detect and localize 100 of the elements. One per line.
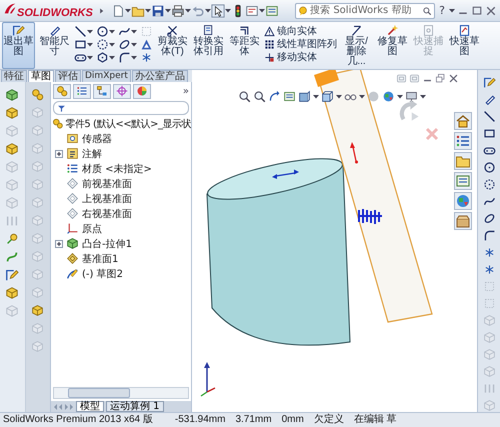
gears-icon[interactable] bbox=[31, 88, 44, 101]
search-icon[interactable] bbox=[422, 4, 432, 16]
table-icon[interactable] bbox=[454, 172, 472, 190]
spline-icon[interactable] bbox=[482, 195, 496, 208]
printer-icon[interactable] bbox=[170, 4, 185, 18]
expand-icon[interactable] bbox=[55, 150, 63, 158]
arc-icon[interactable] bbox=[482, 178, 496, 191]
expand-icon[interactable] bbox=[55, 240, 63, 248]
cube-icon[interactable] bbox=[5, 88, 20, 102]
ribbon-button[interactable]: 退出草图 bbox=[2, 22, 35, 69]
caret-icon[interactable] bbox=[109, 55, 115, 60]
caret-icon[interactable] bbox=[144, 8, 151, 13]
ellipse-icon[interactable] bbox=[118, 38, 131, 51]
asterisk-icon[interactable] bbox=[140, 51, 153, 64]
caret-icon[interactable] bbox=[131, 42, 137, 47]
triangle-icon[interactable] bbox=[140, 38, 153, 51]
close-icon[interactable] bbox=[485, 4, 497, 16]
ribbon-button[interactable]: 剪裁实体(T) bbox=[156, 22, 189, 69]
list-icon[interactable] bbox=[454, 132, 472, 150]
ribbon-button[interactable]: 显示/删除几... bbox=[340, 22, 373, 69]
caret-icon[interactable] bbox=[204, 8, 211, 13]
cube-icon[interactable] bbox=[5, 106, 20, 120]
bottom-tab[interactable]: 模型 bbox=[76, 401, 104, 412]
circle-icon[interactable] bbox=[96, 25, 109, 38]
tree-item[interactable]: 传感器 bbox=[82, 132, 112, 146]
caret-icon[interactable] bbox=[420, 94, 426, 99]
ribbon-menu-item[interactable]: 镜向实体 bbox=[277, 25, 317, 38]
asterisk-icon[interactable] bbox=[482, 246, 496, 259]
zoom-icon[interactable] bbox=[253, 90, 266, 103]
curved-arrow-icon[interactable] bbox=[268, 90, 281, 103]
tree-item[interactable]: 凸台-拉伸1 bbox=[82, 236, 132, 250]
caret-icon[interactable] bbox=[313, 94, 319, 99]
panel-tab[interactable] bbox=[113, 84, 131, 98]
more-button[interactable]: » bbox=[182, 86, 189, 96]
table-icon[interactable] bbox=[283, 90, 296, 103]
cube-icon[interactable] bbox=[5, 142, 20, 156]
ribbon-button[interactable]: 智能尺寸 bbox=[38, 22, 71, 69]
pin-icon[interactable] bbox=[5, 232, 20, 246]
panel-tab[interactable] bbox=[93, 84, 111, 98]
ellipse-icon[interactable] bbox=[482, 212, 496, 225]
options-icon[interactable] bbox=[244, 4, 259, 18]
caret-icon[interactable] bbox=[124, 8, 131, 13]
circle-icon[interactable] bbox=[482, 161, 496, 174]
globe-icon[interactable] bbox=[382, 90, 395, 103]
spline-icon[interactable] bbox=[118, 25, 131, 38]
search-field[interactable]: 搜索 SolidWorks 帮助 bbox=[295, 2, 436, 18]
caret-icon[interactable] bbox=[109, 29, 115, 34]
rectangle-icon[interactable] bbox=[74, 38, 87, 51]
ribbon-tab[interactable]: DimXpert bbox=[82, 70, 131, 82]
restore-icon[interactable] bbox=[435, 73, 446, 84]
monitor-icon[interactable] bbox=[405, 90, 418, 103]
cube-icon[interactable] bbox=[31, 304, 44, 317]
panel-tab[interactable] bbox=[133, 84, 151, 98]
ribbon-button[interactable]: 修复草图 bbox=[376, 22, 409, 69]
pencil-icon[interactable] bbox=[482, 76, 496, 89]
tree-item[interactable]: 右视基准面 bbox=[82, 206, 132, 220]
caret-icon[interactable] bbox=[109, 42, 115, 47]
polygon-icon[interactable] bbox=[96, 51, 109, 64]
close-icon[interactable] bbox=[448, 73, 459, 84]
ribbon-tab[interactable]: 草图 bbox=[28, 70, 54, 82]
cube-icon[interactable] bbox=[5, 286, 20, 300]
tree-item[interactable]: 基准面1 bbox=[82, 252, 118, 266]
panel-tab[interactable] bbox=[53, 84, 71, 98]
tree-item[interactable]: 注解 bbox=[82, 146, 102, 160]
caret-icon[interactable] bbox=[87, 55, 93, 60]
table-icon[interactable] bbox=[264, 4, 279, 18]
house-icon[interactable] bbox=[454, 112, 472, 130]
caret-icon[interactable] bbox=[87, 29, 93, 34]
rectangle-icon[interactable] bbox=[482, 127, 496, 140]
caret-icon[interactable] bbox=[449, 8, 455, 13]
caret-icon[interactable] bbox=[184, 8, 191, 13]
save-icon[interactable] bbox=[150, 4, 165, 18]
dotted-square-icon[interactable] bbox=[482, 280, 496, 293]
ribbon-button[interactable]: 转换实体引用 bbox=[192, 22, 225, 69]
section-cube-icon[interactable] bbox=[298, 90, 311, 103]
pencil-icon[interactable] bbox=[5, 268, 20, 282]
zoom-icon[interactable] bbox=[238, 90, 251, 103]
asterisk-icon[interactable] bbox=[482, 263, 496, 276]
tree-item[interactable]: 零件5 (默认<<默认>_显示状 bbox=[65, 116, 191, 130]
caret-icon[interactable] bbox=[87, 42, 93, 47]
ribbon-button[interactable]: 等距实体 bbox=[228, 22, 261, 69]
caret-icon[interactable] bbox=[131, 55, 137, 60]
folder-icon[interactable] bbox=[454, 152, 472, 170]
panel-tab[interactable] bbox=[73, 84, 91, 98]
caret-icon[interactable] bbox=[131, 29, 137, 34]
horizontal-scrollbar[interactable] bbox=[53, 387, 189, 399]
ribbon-button[interactable]: 快速草图 bbox=[448, 22, 481, 69]
caret-icon[interactable] bbox=[164, 8, 171, 13]
arc-icon[interactable] bbox=[96, 38, 109, 51]
tree-item[interactable]: 原点 bbox=[82, 222, 102, 236]
caret-icon[interactable] bbox=[359, 94, 365, 99]
dotted-square-icon[interactable] bbox=[482, 297, 496, 310]
ribbon-menu-item[interactable]: 移动实体 bbox=[277, 51, 317, 64]
dimension-icon[interactable] bbox=[482, 93, 496, 106]
globe-icon[interactable] bbox=[454, 192, 472, 210]
tree-item[interactable]: 材质 <未指定> bbox=[82, 162, 152, 176]
tree-item[interactable]: 前视基准面 bbox=[82, 176, 132, 190]
pointer-icon[interactable] bbox=[210, 4, 225, 18]
tree-item[interactable]: (-) 草图2 bbox=[82, 266, 123, 280]
fillet-icon[interactable] bbox=[118, 51, 131, 64]
